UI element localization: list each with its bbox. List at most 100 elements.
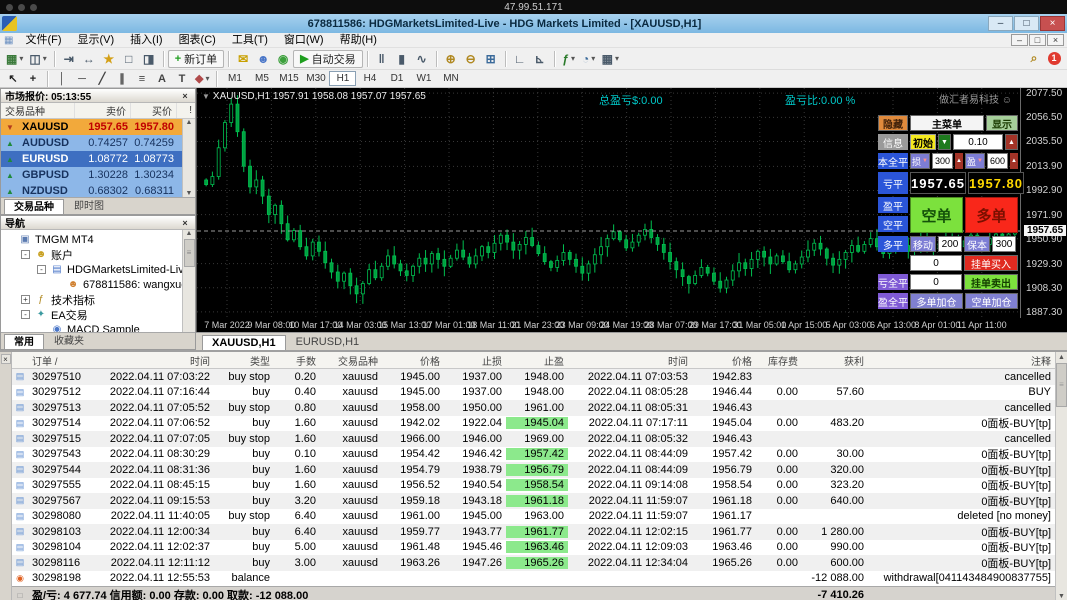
timeframe-d1[interactable]: D1: [383, 71, 410, 86]
price-axis[interactable]: 2077.502056.502035.502013.901992.901971.…: [1022, 88, 1067, 318]
nav-item-1[interactable]: -☻账户: [1, 247, 195, 262]
timeframe-m5[interactable]: M5: [248, 71, 275, 86]
lot-increase-icon[interactable]: ▲: [1005, 134, 1018, 150]
terminal-col-0[interactable]: 订单 /: [28, 353, 90, 368]
order-row[interactable]: ◉302981982022.04.11 12:55:53balance-12 0…: [12, 571, 1055, 587]
community-icon[interactable]: ☻: [253, 50, 273, 68]
timeframe-m30[interactable]: M30: [302, 71, 329, 86]
buy-button[interactable]: 多单: [965, 197, 1018, 233]
label-icon[interactable]: T: [172, 71, 192, 86]
menu-item-4[interactable]: 工具(T): [224, 33, 276, 48]
indicator-windows-icon[interactable]: ∟: [510, 50, 530, 68]
text-icon[interactable]: A: [152, 71, 172, 86]
horizontal-line-icon[interactable]: ─: [72, 71, 92, 86]
chart-dropdown-icon[interactable]: ▼: [202, 92, 210, 101]
sl-points-input[interactable]: 300: [932, 153, 953, 169]
sl-label[interactable]: 损▼: [910, 153, 930, 169]
add-indicator-button[interactable]: ƒ▾: [559, 50, 579, 68]
tile-windows-icon[interactable]: ⊞: [481, 50, 501, 68]
close-button[interactable]: ×: [1040, 16, 1065, 31]
collapse-icon[interactable]: -: [21, 310, 30, 319]
bar-chart-icon[interactable]: ‖: [372, 50, 392, 68]
add-long-button[interactable]: 多单加仓: [910, 293, 963, 309]
cursor-icon[interactable]: ↖: [3, 71, 23, 86]
new-chart-button[interactable]: ▦▾: [3, 50, 26, 68]
navigator-close-icon[interactable]: ×: [179, 218, 191, 228]
menu-item-2[interactable]: 插入(I): [122, 33, 170, 48]
panel-close-profit-button[interactable]: 盈平: [878, 197, 908, 213]
sl-increase-icon[interactable]: ▲: [955, 153, 963, 169]
periods-button[interactable]: ◔▾: [579, 50, 599, 68]
terminal-col-11[interactable]: 获利: [802, 353, 868, 368]
panel-close-all-button[interactable]: 本全平: [878, 153, 908, 169]
data-window-icon[interactable]: □: [119, 50, 139, 68]
chart-tab-xauusd[interactable]: XAUUSD,H1: [202, 335, 286, 350]
fibonacci-icon[interactable]: ≡: [132, 71, 152, 86]
expand-icon[interactable]: +: [21, 295, 30, 304]
panel-close-all-profit-button[interactable]: 盈全平: [878, 293, 908, 309]
order-row[interactable]: ▤302975152022.04.11 07:07:05buy stop1.60…: [12, 431, 1055, 447]
chart-minimize-button[interactable]: –: [1011, 34, 1028, 46]
zoom-out-icon[interactable]: ⊖: [461, 50, 481, 68]
vertical-line-icon[interactable]: │: [52, 71, 72, 86]
lot-decrease-icon[interactable]: ▼: [938, 134, 951, 150]
navigator-scrollbar[interactable]: ▲≡: [182, 230, 195, 332]
order-row[interactable]: ▤302981042022.04.11 12:02:37buy5.00xauus…: [12, 540, 1055, 556]
nav-item-3[interactable]: ☻678811586: wangxuefei: [1, 277, 195, 292]
crosshair-icon[interactable]: +: [23, 71, 43, 86]
template-menu-button[interactable]: ▦▾: [599, 50, 622, 68]
quote-row-nzdusd[interactable]: ▲NZDUSD0.683020.683119: [1, 183, 195, 197]
period-separators-icon[interactable]: ⊾: [530, 50, 550, 68]
minimize-button[interactable]: –: [988, 16, 1013, 31]
nav-item-2[interactable]: -▤HDGMarketsLimited-Live: [1, 262, 195, 277]
timeframe-m15[interactable]: M15: [275, 71, 302, 86]
candlestick-icon[interactable]: ▮: [392, 50, 412, 68]
menu-item-6[interactable]: 帮助(H): [332, 33, 385, 48]
menu-item-5[interactable]: 窗口(W): [276, 33, 332, 48]
lot-size-input[interactable]: 0.10: [953, 134, 1003, 150]
order-row[interactable]: ▤302981162022.04.11 12:11:12buy3.00xauus…: [12, 555, 1055, 571]
order-row[interactable]: ▤302980802022.04.11 11:40:05buy stop6.40…: [12, 509, 1055, 525]
nav-item-6[interactable]: ◉MACD Sample: [1, 322, 195, 332]
order-row[interactable]: ▤302981032022.04.11 12:00:34buy6.40xauus…: [12, 524, 1055, 540]
timeframe-h4[interactable]: H4: [356, 71, 383, 86]
terminal-col-1[interactable]: 时间: [90, 353, 214, 368]
order-row[interactable]: ▤302975442022.04.11 08:31:36buy1.60xauus…: [12, 462, 1055, 478]
quote-row-eurusd[interactable]: ▲EURUSD1.087721.087731: [1, 151, 195, 167]
order-row[interactable]: ▤302975432022.04.11 08:30:29buy0.10xauus…: [12, 447, 1055, 463]
terminal-col-2[interactable]: 类型: [214, 353, 274, 368]
pending-sell-lots-input[interactable]: 0: [910, 274, 962, 290]
time-axis[interactable]: 7 Mar 20229 Mar 08:0010 Mar 17:0014 Mar …: [197, 318, 1067, 332]
breakeven-label[interactable]: 保本: [964, 236, 990, 252]
collapse-icon[interactable]: -: [37, 265, 46, 274]
sell-button[interactable]: 空单: [910, 197, 963, 233]
panel-close-loss-button[interactable]: 亏平: [878, 172, 908, 194]
terminal-col-9[interactable]: 价格: [692, 353, 756, 368]
trailing-input[interactable]: 200: [938, 236, 962, 252]
trendline-icon[interactable]: ╱: [92, 71, 112, 86]
order-row[interactable]: ▤302975122022.04.11 07:16:44buy0.40xauus…: [12, 385, 1055, 401]
news-sound-icon[interactable]: ◉: [273, 50, 293, 68]
order-row[interactable]: ▤302975672022.04.11 09:15:53buy3.20xauus…: [12, 493, 1055, 509]
pending-buy-lots-input[interactable]: 0: [910, 255, 962, 271]
quote-row-gbpusd[interactable]: ▲GBPUSD1.302281.302346: [1, 167, 195, 183]
terminal-col-12[interactable]: 注释: [868, 353, 1055, 368]
nav-item-0[interactable]: ▣TMGM MT4: [1, 232, 195, 247]
terminal-close-icon[interactable]: ×: [1, 354, 11, 364]
order-row[interactable]: ▤302975102022.04.11 07:03:22buy stop0.20…: [12, 369, 1055, 385]
channel-icon[interactable]: ∥: [112, 71, 132, 86]
pending-sell-button[interactable]: 挂单卖出: [964, 274, 1018, 290]
panel-main-menu-button[interactable]: 主菜单: [910, 115, 984, 131]
panel-close-long-button[interactable]: 多平: [878, 236, 908, 252]
search-icon[interactable]: ⌕: [1024, 50, 1044, 68]
tab-tick-chart[interactable]: 即时图: [65, 199, 113, 214]
chart-window[interactable]: ▼XAUUSD,H1 1957.91 1958.08 1957.07 1957.…: [196, 88, 1067, 332]
chart-shift-icon[interactable]: ⇥: [59, 50, 79, 68]
panel-close-all-loss-button[interactable]: 亏全平: [878, 274, 908, 290]
zoom-in-icon[interactable]: ⊕: [441, 50, 461, 68]
tab-symbols[interactable]: 交易品种: [4, 199, 64, 214]
quote-row-audusd[interactable]: ▲AUDUSD0.742570.742592: [1, 135, 195, 151]
shapes-button[interactable]: ◆▾: [192, 71, 212, 86]
panel-hide-button[interactable]: 隐藏: [878, 115, 908, 131]
order-row[interactable]: ▤302975552022.04.11 08:45:15buy1.60xauus…: [12, 478, 1055, 494]
